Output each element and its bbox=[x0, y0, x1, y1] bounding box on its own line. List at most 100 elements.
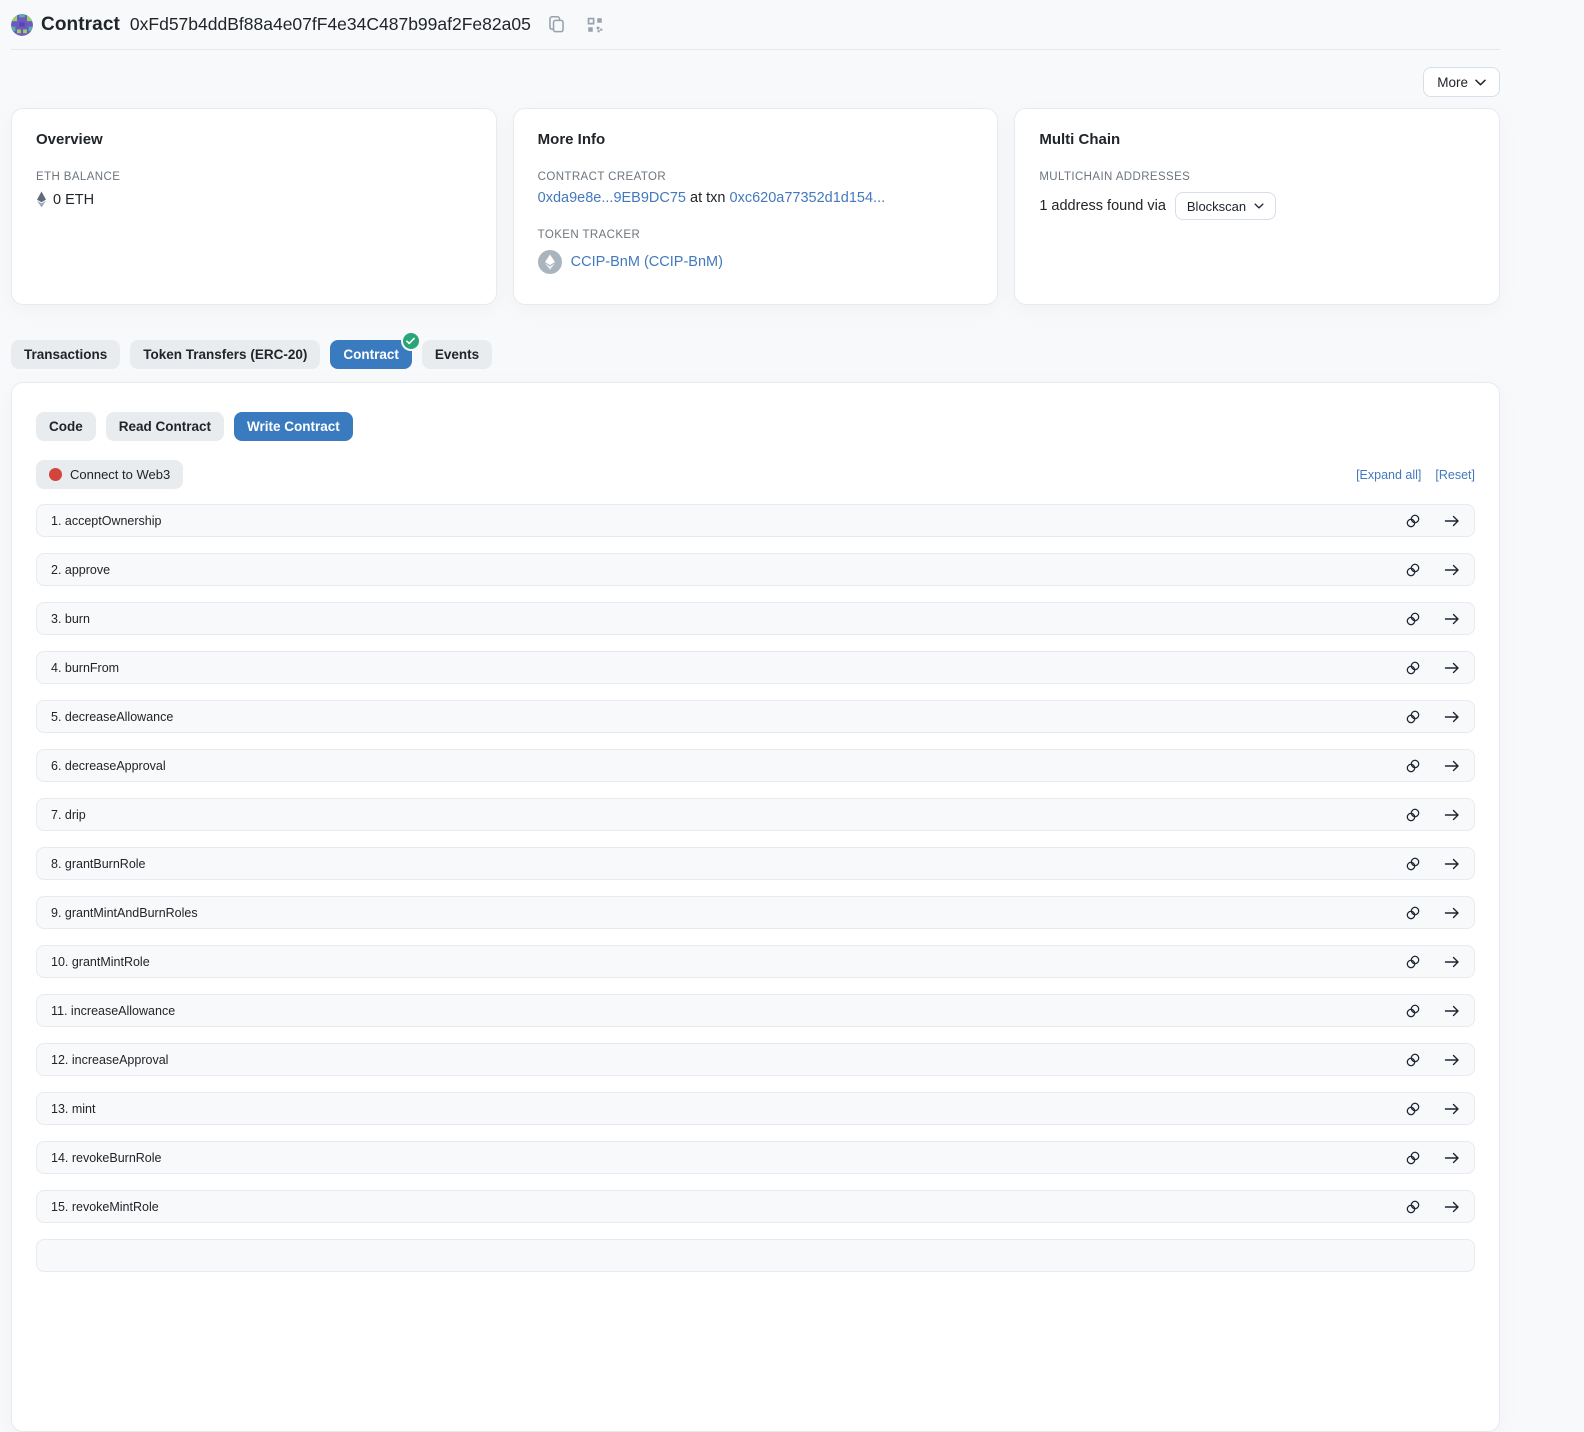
provider-label: Blockscan bbox=[1187, 199, 1246, 214]
multichain-found-text: 1 address found via bbox=[1039, 198, 1166, 214]
method-name: 12. increaseApproval bbox=[51, 1053, 168, 1067]
chevron-down-icon bbox=[1254, 203, 1264, 209]
more-info-title: More Info bbox=[538, 131, 974, 148]
method-accordion-row[interactable]: 14. revokeBurnRole bbox=[36, 1141, 1475, 1174]
method-name: 8. grantBurnRole bbox=[51, 857, 146, 871]
method-expand-arrow-icon[interactable] bbox=[1444, 612, 1460, 626]
eth-balance-label: ETH BALANCE bbox=[36, 171, 472, 183]
method-permalink-icon[interactable] bbox=[1405, 709, 1421, 725]
method-expand-arrow-icon[interactable] bbox=[1444, 563, 1460, 577]
multichain-title: Multi Chain bbox=[1039, 131, 1475, 148]
method-expand-arrow-icon[interactable] bbox=[1444, 1102, 1460, 1116]
reset-link[interactable]: [Reset] bbox=[1435, 468, 1475, 482]
method-expand-arrow-icon[interactable] bbox=[1444, 906, 1460, 920]
more-label: More bbox=[1437, 75, 1468, 90]
method-permalink-icon[interactable] bbox=[1405, 807, 1421, 823]
method-accordion-row[interactable]: 13. mint bbox=[36, 1092, 1475, 1125]
method-accordion-row[interactable]: 10. grantMintRole bbox=[36, 945, 1475, 978]
method-accordion-row[interactable]: 7. drip bbox=[36, 798, 1475, 831]
method-expand-arrow-icon[interactable] bbox=[1444, 1053, 1460, 1067]
token-tracker-link[interactable]: CCIP-BnM (CCIP-BnM) bbox=[571, 254, 723, 270]
method-expand-arrow-icon[interactable] bbox=[1444, 710, 1460, 724]
method-accordion-row[interactable]: 11. increaseAllowance bbox=[36, 994, 1475, 1027]
page-toolbar: More bbox=[11, 67, 1500, 97]
method-name: 13. mint bbox=[51, 1102, 95, 1116]
chevron-down-icon bbox=[1475, 79, 1486, 86]
method-permalink-icon[interactable] bbox=[1405, 905, 1421, 921]
methods-list: 1. acceptOwnership 2. approve bbox=[36, 504, 1475, 1223]
tab-transactions[interactable]: Transactions bbox=[11, 340, 120, 369]
method-permalink-icon[interactable] bbox=[1405, 1101, 1421, 1117]
method-expand-arrow-icon[interactable] bbox=[1444, 759, 1460, 773]
contract-address: 0xFd57b4ddBf88a4e07fF4e34C487b99af2Fe82a… bbox=[130, 14, 531, 35]
method-permalink-icon[interactable] bbox=[1405, 1199, 1421, 1215]
method-expand-arrow-icon[interactable] bbox=[1444, 514, 1460, 528]
ethereum-icon bbox=[36, 191, 47, 208]
method-permalink-icon[interactable] bbox=[1405, 562, 1421, 578]
method-accordion-row[interactable]: 6. decreaseApproval bbox=[36, 749, 1475, 782]
method-expand-arrow-icon[interactable] bbox=[1444, 661, 1460, 675]
method-accordion-row[interactable]: 9. grantMintAndBurnRoles bbox=[36, 896, 1475, 929]
expand-all-link[interactable]: [Expand all] bbox=[1356, 468, 1421, 482]
method-name: 11. increaseAllowance bbox=[51, 1004, 175, 1018]
connect-to-web3-button[interactable]: Connect to Web3 bbox=[36, 460, 183, 489]
method-expand-arrow-icon[interactable] bbox=[1444, 1200, 1460, 1214]
method-permalink-icon[interactable] bbox=[1405, 513, 1421, 529]
method-name: 5. decreaseAllowance bbox=[51, 710, 173, 724]
method-expand-arrow-icon[interactable] bbox=[1444, 857, 1460, 871]
method-accordion-row[interactable]: 5. decreaseAllowance bbox=[36, 700, 1475, 733]
page-title: Contract bbox=[41, 14, 120, 36]
subtab-code[interactable]: Code bbox=[36, 412, 96, 441]
method-accordion-row[interactable]: 2. approve bbox=[36, 553, 1475, 586]
method-accordion-row[interactable]: 3. burn bbox=[36, 602, 1475, 635]
tab-contract[interactable]: Contract bbox=[330, 340, 412, 369]
method-row-partial[interactable] bbox=[36, 1239, 1475, 1272]
method-accordion-row[interactable]: 8. grantBurnRole bbox=[36, 847, 1475, 880]
multichain-provider-select[interactable]: Blockscan bbox=[1175, 192, 1276, 220]
method-name: 10. grantMintRole bbox=[51, 955, 150, 969]
verified-check-icon bbox=[403, 333, 419, 349]
method-name: 2. approve bbox=[51, 563, 110, 577]
creation-txn-link[interactable]: 0xc620a77352d1d154... bbox=[730, 190, 886, 206]
overview-card: Overview ETH BALANCE 0 ETH bbox=[11, 108, 497, 305]
copy-address-icon[interactable] bbox=[545, 13, 569, 37]
method-accordion-row[interactable]: 4. burnFrom bbox=[36, 651, 1475, 684]
method-accordion-row[interactable]: 12. increaseApproval bbox=[36, 1043, 1475, 1076]
method-expand-arrow-icon[interactable] bbox=[1444, 808, 1460, 822]
tab-token-transfers[interactable]: Token Transfers (ERC-20) bbox=[130, 340, 320, 369]
method-permalink-icon[interactable] bbox=[1405, 611, 1421, 627]
method-expand-arrow-icon[interactable] bbox=[1444, 955, 1460, 969]
method-permalink-icon[interactable] bbox=[1405, 758, 1421, 774]
overview-title: Overview bbox=[36, 131, 472, 148]
method-accordion-row[interactable]: 1. acceptOwnership bbox=[36, 504, 1475, 537]
method-permalink-icon[interactable] bbox=[1405, 856, 1421, 872]
method-name: 7. drip bbox=[51, 808, 86, 822]
method-name: 14. revokeBurnRole bbox=[51, 1151, 161, 1165]
tab-events[interactable]: Events bbox=[422, 340, 492, 369]
method-permalink-icon[interactable] bbox=[1405, 1003, 1421, 1019]
method-accordion-row[interactable]: 15. revokeMintRole bbox=[36, 1190, 1475, 1223]
method-permalink-icon[interactable] bbox=[1405, 954, 1421, 970]
method-permalink-icon[interactable] bbox=[1405, 1150, 1421, 1166]
multichain-addresses-label: MULTICHAIN ADDRESSES bbox=[1039, 171, 1475, 183]
method-name: 6. decreaseApproval bbox=[51, 759, 166, 773]
eth-balance-value: 0 ETH bbox=[53, 192, 94, 208]
creator-address-link[interactable]: 0xda9e8e...9EB9DC75 bbox=[538, 190, 686, 206]
qr-code-icon[interactable] bbox=[583, 13, 607, 37]
method-permalink-icon[interactable] bbox=[1405, 1052, 1421, 1068]
token-logo-icon bbox=[538, 250, 562, 274]
method-name: 4. burnFrom bbox=[51, 661, 119, 675]
method-name: 9. grantMintAndBurnRoles bbox=[51, 906, 198, 920]
address-tabs: Transactions Token Transfers (ERC-20) Co… bbox=[11, 340, 1500, 369]
more-info-card: More Info CONTRACT CREATOR 0xda9e8e...9E… bbox=[513, 108, 999, 305]
subtab-write-contract[interactable]: Write Contract bbox=[234, 412, 353, 441]
connect-label: Connect to Web3 bbox=[70, 467, 170, 482]
token-tracker-label: TOKEN TRACKER bbox=[538, 229, 974, 241]
method-permalink-icon[interactable] bbox=[1405, 660, 1421, 676]
contract-creator-label: CONTRACT CREATOR bbox=[538, 171, 974, 183]
method-expand-arrow-icon[interactable] bbox=[1444, 1004, 1460, 1018]
more-dropdown-button[interactable]: More bbox=[1423, 67, 1500, 97]
multichain-card: Multi Chain MULTICHAIN ADDRESSES 1 addre… bbox=[1014, 108, 1500, 305]
subtab-read-contract[interactable]: Read Contract bbox=[106, 412, 224, 441]
method-expand-arrow-icon[interactable] bbox=[1444, 1151, 1460, 1165]
